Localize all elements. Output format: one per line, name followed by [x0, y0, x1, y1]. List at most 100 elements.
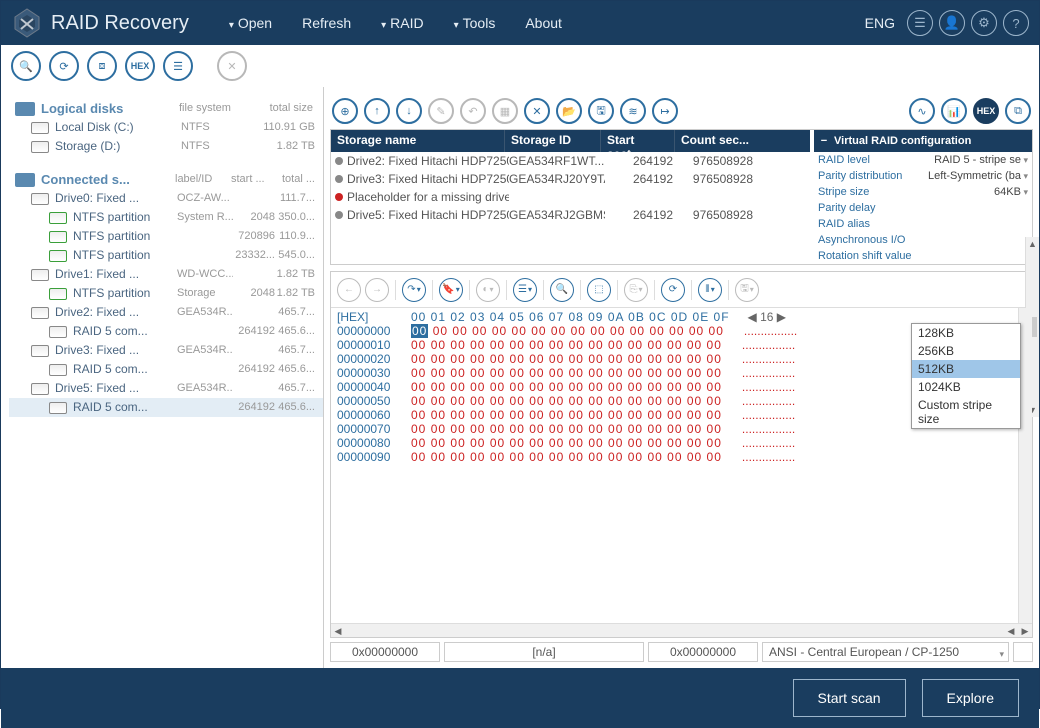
undo-icon[interactable]: ↶	[460, 98, 486, 124]
config-row[interactable]: RAID alias	[814, 216, 1032, 232]
menu-about[interactable]: About	[525, 15, 562, 31]
status-dot	[335, 157, 343, 165]
open-folder-icon[interactable]: 📂	[556, 98, 582, 124]
hex-cols-icon[interactable]: ⦀▾	[698, 278, 722, 302]
hex-scrollbar-h[interactable]: ◀ ◀ ▶	[331, 623, 1032, 637]
bottombar: Start scan Explore	[1, 668, 1039, 728]
user-icon[interactable]: 👤	[939, 10, 965, 36]
window-icon[interactable]: ⧉	[1005, 98, 1031, 124]
connected-disk-row[interactable]: Drive5: Fixed ...GEA534R...465.7...	[9, 379, 323, 398]
connected-disk-row[interactable]: NTFS partitionSystem R...2048350.0...	[9, 208, 323, 227]
hdr-start[interactable]: Start sect...	[601, 130, 675, 152]
storage-row[interactable]: Placeholder for a missing drive	[331, 188, 810, 206]
save-icon[interactable]: 🖫	[588, 98, 614, 124]
hex-nav[interactable]: ◀ 16 ▶	[748, 310, 786, 324]
hex-view-icon[interactable]: HEX	[125, 51, 155, 81]
hex-fwd-icon[interactable]: →	[365, 278, 389, 302]
down-icon[interactable]: ↓	[396, 98, 422, 124]
disk-icon	[49, 250, 67, 262]
dropdown-option[interactable]: 1024KB	[912, 378, 1020, 396]
connected-disk-row[interactable]: RAID 5 com...264192465.6...	[9, 360, 323, 379]
hex-refresh-icon[interactable]: ⟳	[661, 278, 685, 302]
logical-disk-row[interactable]: Local Disk (C:)NTFS110.91 GB	[9, 118, 323, 137]
disk-icon	[49, 288, 67, 300]
up-icon[interactable]: ↑	[364, 98, 390, 124]
chart-icon[interactable]: 📊	[941, 98, 967, 124]
connected-disk-row[interactable]: RAID 5 com...264192465.6...	[9, 398, 323, 417]
storage-row[interactable]: Drive2: Fixed Hitachi HDP7250...GEA534RF…	[331, 152, 810, 170]
connected-disk-row[interactable]: NTFS partition720896110.9...	[9, 227, 323, 246]
menu-open[interactable]: Open	[229, 15, 272, 31]
add-icon[interactable]: ⊕	[332, 98, 358, 124]
config-row[interactable]: RAID levelRAID 5 - stripe se	[814, 152, 1032, 168]
start-scan-button[interactable]: Start scan	[793, 679, 906, 717]
hex-back-icon[interactable]: ←	[337, 278, 361, 302]
status-encoding[interactable]: ANSI - Central European / CP-1250▾	[762, 642, 1009, 662]
menu-refresh[interactable]: Refresh	[302, 15, 351, 31]
hex-line[interactable]: 0000009000 00 00 00 00 00 00 00 00 00 00…	[337, 450, 1032, 464]
status-addr2: 0x00000000	[648, 642, 758, 662]
hex-bookmark-icon[interactable]: 🔖▾	[439, 278, 463, 302]
raid-icon[interactable]: ⧈	[87, 51, 117, 81]
language-selector[interactable]: ENG	[865, 15, 895, 31]
help-icon[interactable]: ?	[1003, 10, 1029, 36]
explore-button[interactable]: Explore	[922, 679, 1019, 717]
menu-tools[interactable]: Tools	[454, 15, 496, 31]
dropdown-option[interactable]: Custom stripe size	[912, 396, 1020, 428]
hex-highlight-icon[interactable]: ◐▾	[476, 278, 500, 302]
storage-row[interactable]: Drive3: Fixed Hitachi HDP72500GEA534RJ20…	[331, 170, 810, 188]
hdr-storage-id[interactable]: Storage ID	[505, 130, 601, 152]
connected-disk-row[interactable]: NTFS partitionStorage20481.82 TB	[9, 284, 323, 303]
hex-list-icon[interactable]: ☰▾	[513, 278, 537, 302]
config-row[interactable]: Parity delay	[814, 200, 1032, 216]
storage-row[interactable]: Drive5: Fixed Hitachi HDP7250...GEA534RJ…	[331, 206, 810, 224]
connected-disk-row[interactable]: Drive2: Fixed ...GEA534R...465.7...	[9, 303, 323, 322]
dropdown-option[interactable]: 256KB	[912, 342, 1020, 360]
dropdown-option[interactable]: 128KB	[912, 324, 1020, 342]
hex-save-icon[interactable]: ⬚	[587, 278, 611, 302]
menu-raid[interactable]: RAID	[381, 15, 423, 31]
config-row[interactable]: Parity distributionLeft-Symmetric (ba	[814, 168, 1032, 184]
hex-goto-icon[interactable]: ↷▾	[402, 278, 426, 302]
connected-disk-row[interactable]: Drive1: Fixed ...WD-WCC...1.82 TB	[9, 265, 323, 284]
connected-disk-row[interactable]: NTFS partition23332...545.0...	[9, 246, 323, 265]
hex-search-icon[interactable]: 🔍	[550, 278, 574, 302]
settings-icon[interactable]: ⚙	[971, 10, 997, 36]
search-icon[interactable]: 🔍	[11, 51, 41, 81]
edit-icon[interactable]: ✎	[428, 98, 454, 124]
export-icon[interactable]: ↦	[652, 98, 678, 124]
close-icon[interactable]: ✕	[217, 51, 247, 81]
hdr-count[interactable]: Count sec...	[675, 130, 757, 152]
config-title[interactable]: −Virtual RAID configuration	[814, 130, 1032, 152]
connected-disk-row[interactable]: Drive0: Fixed ...OCZ-AW...111.7...	[9, 189, 323, 208]
logical-disks-title: Logical disks	[41, 101, 179, 116]
stripe-size-dropdown[interactable]: 128KB256KB512KB1024KBCustom stripe size	[911, 323, 1021, 429]
connected-disk-row[interactable]: Drive3: Fixed ...GEA534R...465.7...	[9, 341, 323, 360]
activity-icon[interactable]: ∿	[909, 98, 935, 124]
config-row[interactable]: Stripe size64KB	[814, 184, 1032, 200]
config-row[interactable]: Rotation shift value	[814, 248, 1032, 264]
list-icon[interactable]: ☰	[907, 10, 933, 36]
disk-icon	[31, 193, 49, 205]
status-extra[interactable]	[1013, 642, 1033, 662]
hdr-storage-name[interactable]: Storage name	[331, 130, 505, 152]
sidebar: Logical disks file system total size Loc…	[1, 87, 324, 668]
remove-icon[interactable]: ✕	[524, 98, 550, 124]
hex-line[interactable]: 0000008000 00 00 00 00 00 00 00 00 00 00…	[337, 436, 1032, 450]
col-fs: file system	[179, 101, 249, 116]
hex-copy-icon[interactable]: ⎘▾	[624, 278, 648, 302]
app-title: RAID Recovery	[51, 12, 189, 35]
connected-disk-row[interactable]: RAID 5 com...264192465.6...	[9, 322, 323, 341]
storage-toolbar: ⊕ ↑ ↓ ✎ ↶ ▦ ✕ 📂 🖫 ≋ ↦ ∿ 📊 HEX ⧉	[330, 93, 1033, 129]
dropdown-option[interactable]: 512KB	[912, 360, 1020, 378]
logical-disk-row[interactable]: Storage (D:)NTFS1.82 TB	[9, 137, 323, 156]
layers-icon[interactable]: ≋	[620, 98, 646, 124]
refresh-icon[interactable]: ⟳	[49, 51, 79, 81]
list-view-icon[interactable]: ☰	[163, 51, 193, 81]
topbar: RAID Recovery Open Refresh RAID Tools Ab…	[1, 1, 1039, 45]
hex-mode-icon[interactable]: HEX	[973, 98, 999, 124]
status-addr1: 0x00000000	[330, 642, 440, 662]
grid-icon[interactable]: ▦	[492, 98, 518, 124]
hex-disk-icon[interactable]: 🖫▾	[735, 278, 759, 302]
config-row[interactable]: Asynchronous I/O	[814, 232, 1032, 248]
